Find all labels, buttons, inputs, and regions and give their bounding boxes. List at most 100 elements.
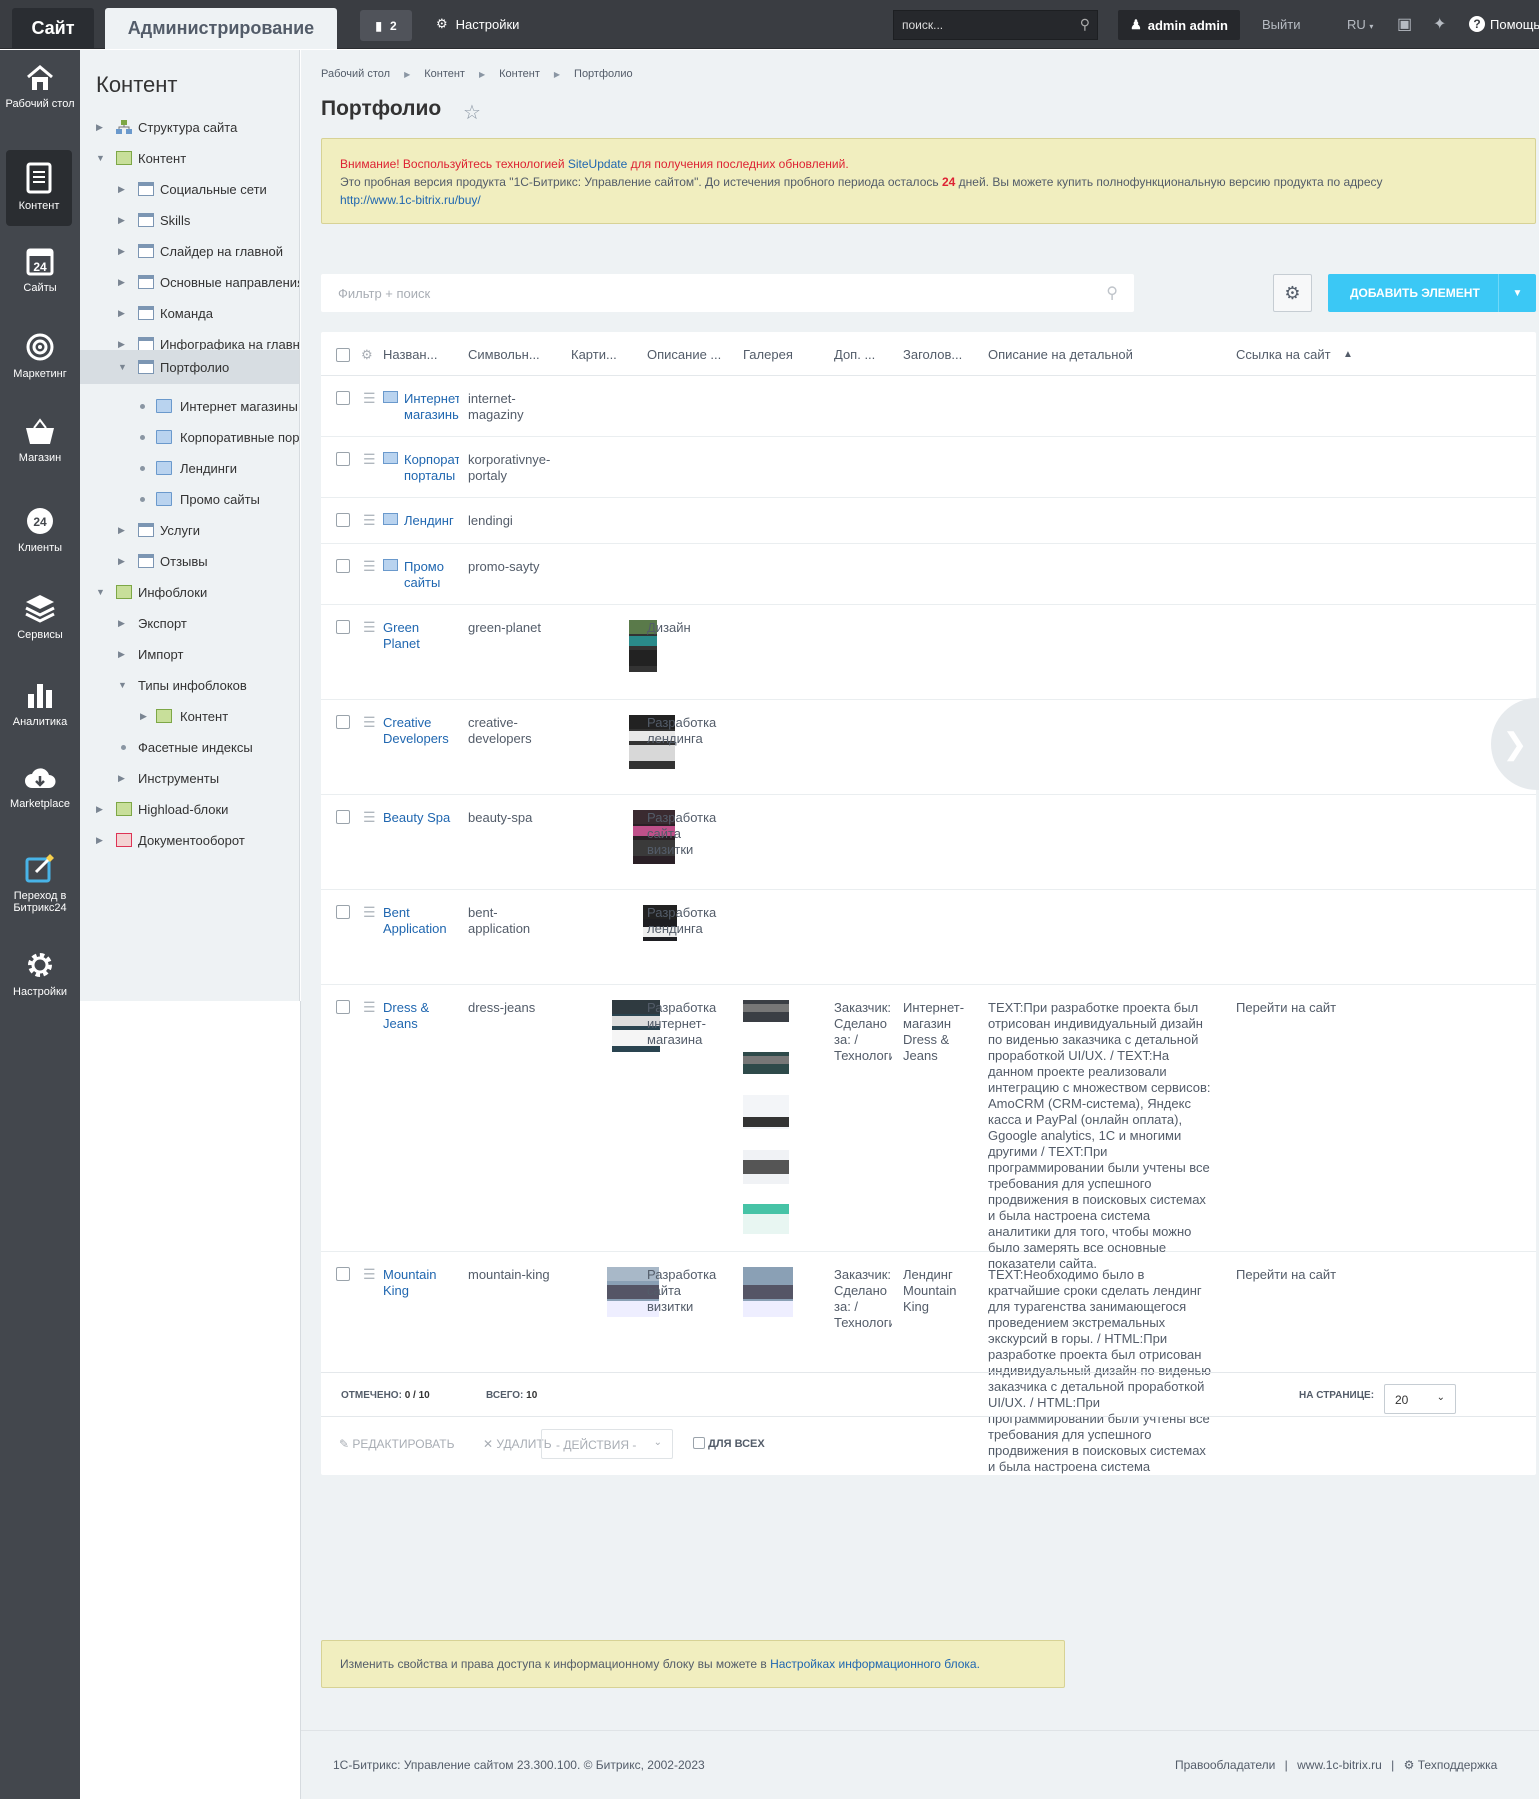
table-row[interactable]: ☰ Mountain King mountain-king Разработка… [321,1252,1536,1474]
tree-item[interactable]: ▶ Экспорт [80,608,299,640]
nav-bitrix24[interactable]: Переход в Битрикс24 [0,852,80,914]
tree-item[interactable]: ▼ Контент [80,143,299,175]
iblock-settings-link[interactable]: Настройках информационного блока. [770,1657,980,1671]
nav-clients[interactable]: 24 Клиенты [0,506,80,554]
tree-item[interactable]: ▶ Команда [80,298,299,330]
chevron-right-icon[interactable]: ▶ [96,122,103,133]
tree-item[interactable]: Лендинги [80,453,299,485]
settings-link[interactable]: ⚙ Настройки [436,16,519,32]
chevron-right-icon[interactable]: ▶ [118,556,125,567]
siteupdate-link[interactable]: SiteUpdate [568,157,627,171]
chevron-right-icon[interactable]: ▶ [118,308,125,319]
drag-handle-icon[interactable]: ☰ [363,715,376,729]
column-site-link[interactable]: Ссылка на сайт [1236,347,1331,362]
tree-item[interactable]: Интернет магазины [80,391,299,423]
help-link[interactable]: ? Помощь [1469,16,1539,32]
row-checkbox[interactable] [336,1267,350,1281]
gallery-image[interactable] [743,1267,793,1317]
element-name-link[interactable]: Dress & Jeans [383,1000,453,1032]
for-all-toggle[interactable]: ДЛЯ ВСЕХ [693,1437,765,1450]
nav-marketplace[interactable]: Marketplace [0,766,80,810]
drag-handle-icon[interactable]: ☰ [363,620,376,634]
buy-link[interactable]: http://www.1c-bitrix.ru/buy/ [340,193,481,207]
section-name-link[interactable]: Промо сайты [404,559,459,591]
nav-sites[interactable]: 24 Сайты [0,246,80,294]
chevron-right-icon[interactable]: ▶ [118,525,125,536]
search-icon[interactable]: ⚲ [1080,16,1090,33]
breadcrumb-item[interactable]: Рабочий стол [321,68,390,80]
chevron-down-icon[interactable]: ▼ [1498,274,1536,312]
tree-item[interactable]: ▶ Skills [80,205,299,237]
drag-handle-icon[interactable]: ☰ [363,513,376,527]
actions-select[interactable]: - ДЕЙСТВИЯ - ⌄ [541,1429,673,1459]
tree-item[interactable]: Промо сайты [80,484,299,516]
column-detail-text[interactable]: Описание на детальной [988,347,1133,362]
nav-desktop[interactable]: Рабочий стол [0,64,80,110]
chevron-right-icon[interactable]: ▶ [118,339,125,350]
chevron-down-icon[interactable]: ▼ [118,362,127,372]
drag-handle-icon[interactable]: ☰ [363,1000,376,1014]
element-name-link[interactable]: Bent Application [383,905,453,937]
gallery-image[interactable] [743,1204,789,1234]
nav-analytics[interactable]: Аналитика [0,680,80,728]
select-all-checkbox[interactable] [336,348,350,362]
table-row[interactable]: ☰ Интернет магазины internet-magaziny [321,376,1536,437]
chevron-down-icon[interactable]: ▼ [118,680,127,690]
table-row[interactable]: ☰ Bent Application bent-application Разр… [321,890,1536,985]
user-button[interactable]: ♟ admin admin [1118,10,1240,40]
table-row[interactable]: ☰ Лендинг lendingi [321,498,1536,544]
tree-item[interactable]: ▶ Инструменты [80,763,299,795]
logout-link[interactable]: Выйти [1262,17,1301,32]
search-icon[interactable]: ⚲ [1106,283,1118,303]
search-input[interactable]: поиск... ⚲ [893,10,1098,40]
tree-item[interactable]: ▶ Социальные сети [80,174,299,206]
tree-item[interactable]: ▶ Структура сайта [80,112,299,144]
table-row[interactable]: ☰ Green Planet green-planet Дизайн [321,605,1536,700]
gallery-image[interactable] [743,1095,789,1129]
chevron-right-icon[interactable]: ▶ [118,618,125,629]
site-link[interactable]: Перейти на сайт [1236,1267,1336,1283]
tree-item[interactable]: ▶ Импорт [80,639,299,671]
site-tab[interactable]: Сайт [12,8,94,48]
drag-handle-icon[interactable]: ☰ [363,559,376,573]
drag-handle-icon[interactable]: ☰ [363,391,376,405]
filter-search-input[interactable]: Фильтр + поиск ⚲ [321,274,1134,312]
tree-item[interactable]: ▶ Слайдер на главной [80,236,299,268]
tree-item[interactable]: Фасетные индексы [80,732,299,764]
add-element-button[interactable]: ДОБАВИТЬ ЭЛЕМЕНТ ▼ [1328,274,1536,312]
tree-item[interactable]: ▶ Отзывы [80,546,299,578]
row-checkbox[interactable] [336,391,350,405]
column-name[interactable]: Назван... [383,347,437,362]
gallery-image[interactable] [743,1150,789,1184]
gallery-image[interactable] [743,1000,789,1022]
section-name-link[interactable]: Интернет магазины [404,391,459,423]
column-description[interactable]: Описание ... [647,347,721,362]
table-row[interactable]: ☰ Dress & Jeans dress-jeans Разработка и… [321,985,1536,1271]
pin-icon[interactable]: ✦ [1433,14,1446,34]
chevron-right-icon[interactable]: ▶ [118,277,125,288]
breadcrumb-item[interactable]: Портфолио [574,68,633,80]
column-extra[interactable]: Доп. ... [834,347,875,362]
rights-link[interactable]: Правообладатели [1175,1758,1275,1772]
element-name-link[interactable]: Beauty Spa [383,810,453,826]
drag-handle-icon[interactable]: ☰ [363,452,376,466]
section-name-link[interactable]: Лендинг [404,513,464,529]
language-selector[interactable]: RU ▾ [1347,17,1373,32]
row-checkbox[interactable] [336,620,350,634]
row-checkbox[interactable] [336,715,350,729]
row-checkbox[interactable] [336,810,350,824]
row-checkbox[interactable] [336,559,350,573]
drag-handle-icon[interactable]: ☰ [363,905,376,919]
table-row[interactable]: ☰ Корпоративные порталы korporativnye-po… [321,437,1536,498]
breadcrumb-item[interactable]: Контент [499,68,540,80]
nav-services[interactable]: Сервисы [0,593,80,641]
gallery-image[interactable] [743,1052,789,1074]
column-code[interactable]: Символьн... [468,347,540,362]
column-gallery[interactable]: Галерея [743,347,793,362]
chevron-right-icon[interactable]: ▶ [118,184,125,195]
chevron-right-icon[interactable]: ▶ [118,246,125,257]
table-row[interactable]: ☰ Creative Developers creative-developer… [321,700,1536,795]
tree-item[interactable]: ▼ Типы инфоблоков [80,670,299,702]
grid-settings-button[interactable]: ⚙ [1273,274,1312,312]
element-name-link[interactable]: Creative Developers [383,715,453,747]
